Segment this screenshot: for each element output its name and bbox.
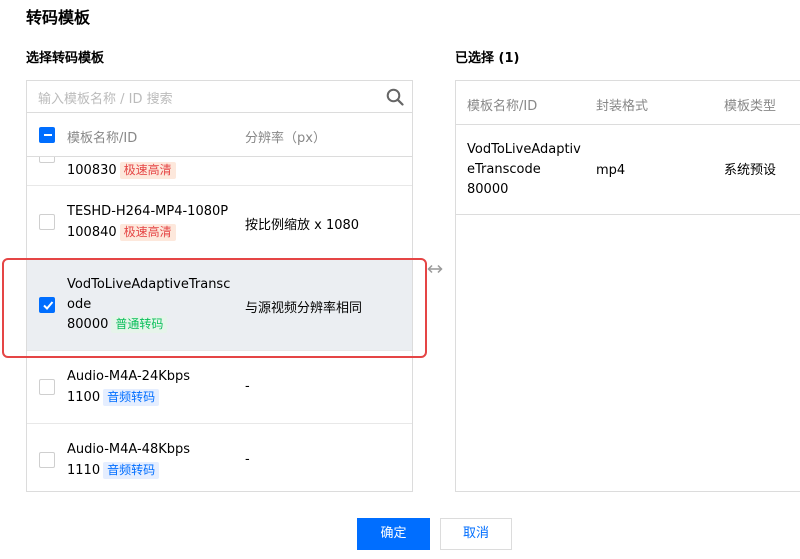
row-name-block: TESHD-H264-MP4-1080P 100840 极速高清 (67, 202, 228, 242)
selected-template-name-cont: eTranscode (467, 162, 541, 177)
template-name: TESHD-H264-MP4-1080P (67, 204, 229, 219)
left-section-label: 选择转码模板 (26, 51, 105, 66)
row-checkbox[interactable] (39, 157, 55, 163)
row-name-block: Audio-M4A-24Kbps 1100 音频转码 (67, 367, 190, 407)
row-id-line: 100830 极速高清 (67, 161, 176, 180)
search-input[interactable]: 输入模板名称 / ID 搜索 (27, 81, 412, 113)
header-template-name: 模板名称/ID (467, 99, 538, 114)
header-resolution: 分辨率（px） (245, 131, 326, 146)
partial-check-icon (44, 134, 52, 136)
right-table-header: 模板名称/ID 封装格式 模板类型 (456, 81, 800, 125)
row-checkbox[interactable] (39, 452, 55, 468)
table-row[interactable]: TESHD-H264-MP4-1080P 100840 极速高清 按比例缩放 x … (27, 186, 412, 259)
right-section-label: 已选择 (1) (455, 51, 520, 66)
resolution-value: 按比例缩放 x 1080 (245, 218, 360, 233)
cancel-button[interactable]: 取消 (440, 518, 512, 550)
header-template-name: 模板名称/ID (67, 131, 138, 146)
selected-name-block: VodToLiveAdaptiv eTranscode 80000 (467, 140, 581, 199)
template-name: Audio-M4A-24Kbps (67, 369, 191, 384)
header-template-type: 模板类型 (724, 99, 777, 114)
confirm-button[interactable]: 确定 (357, 518, 430, 550)
tag-badge: 极速高清 (119, 224, 176, 241)
template-id: 1100 (67, 390, 101, 405)
dialog-title: 转码模板 (26, 8, 91, 27)
selected-type: 系统预设 (724, 163, 777, 178)
selected-row: VodToLiveAdaptiv eTranscode 80000 mp4 系统… (456, 125, 800, 215)
table-row[interactable]: 100830 极速高清 (27, 157, 412, 186)
search-placeholder: 输入模板名称 / ID 搜索 (38, 92, 173, 107)
selected-panel: 模板名称/ID 封装格式 模板类型 VodToLiveAdaptiv eTran… (455, 80, 800, 492)
resize-handle-icon[interactable] (426, 263, 444, 275)
highlight-annotation (2, 258, 427, 358)
row-checkbox[interactable] (39, 379, 55, 395)
tag-badge: 音频转码 (103, 389, 160, 406)
tag-badge: 音频转码 (103, 462, 160, 479)
header-format: 封装格式 (596, 99, 649, 114)
template-id: 100830 (67, 163, 117, 178)
resolution-value: - (245, 379, 250, 394)
template-id: 100840 (67, 225, 117, 240)
template-id: 1110 (67, 463, 101, 478)
tag-badge: 极速高清 (119, 162, 176, 179)
search-icon[interactable] (386, 88, 404, 106)
template-name: Audio-M4A-48Kbps (67, 442, 191, 457)
table-row[interactable]: Audio-M4A-48Kbps 1110 音频转码 - (27, 424, 412, 491)
selected-template-name: VodToLiveAdaptiv (467, 142, 581, 157)
table-row[interactable]: Audio-M4A-24Kbps 1100 音频转码 - (27, 351, 412, 424)
selected-format: mp4 (596, 163, 626, 178)
row-name-block: Audio-M4A-48Kbps 1110 音频转码 (67, 440, 190, 480)
row-checkbox[interactable] (39, 214, 55, 230)
select-all-checkbox[interactable] (39, 127, 55, 143)
resolution-value: - (245, 452, 250, 467)
left-table-header: 模板名称/ID 分辨率（px） (27, 113, 412, 157)
selected-template-id: 80000 (467, 182, 509, 197)
